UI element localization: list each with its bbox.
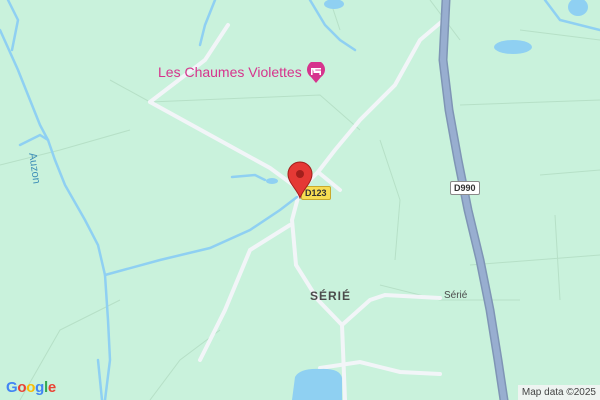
hotel-bed-icon[interactable]: [305, 62, 327, 84]
poi-label[interactable]: Les Chaumes Violettes: [158, 64, 302, 80]
map-attribution[interactable]: Map data ©2025: [517, 385, 600, 400]
logo-letter: e: [47, 379, 56, 396]
map-base-layer: [0, 0, 600, 400]
logo-letter: G: [6, 379, 18, 396]
road-d990-fill: [439, 0, 507, 400]
field-boundaries: [0, 0, 600, 400]
map-canvas[interactable]: Auzon Les Chaumes Violettes D990 D123 SÉ…: [0, 0, 600, 400]
map-pin-icon[interactable]: [287, 161, 313, 199]
rivers: [0, 0, 600, 400]
village-label: SÉRIÉ: [310, 289, 352, 303]
google-logo: Google: [6, 379, 56, 396]
water-bodies: [266, 0, 588, 400]
logo-letter: g: [35, 379, 44, 396]
road-shield-d990: D990: [450, 181, 480, 195]
hamlet-label: Sérié: [444, 290, 468, 301]
logo-letter: o: [26, 379, 36, 396]
logo-letter: o: [17, 379, 27, 396]
